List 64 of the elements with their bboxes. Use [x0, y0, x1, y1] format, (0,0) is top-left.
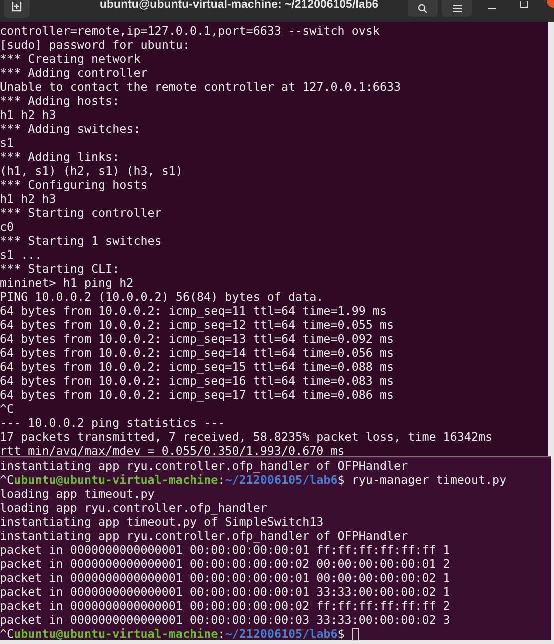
terminal-line: PING 10.0.0.2 (10.0.0.2) 56(84) bytes of data. — [0, 290, 324, 304]
menu-icon — [452, 4, 462, 12]
prompt-separator: : — [218, 473, 226, 487]
interrupt-text: ^C — [0, 627, 14, 641]
terminal-line: loading app timeout.py — [0, 487, 155, 501]
prompt-path: ~/212006105/lab6 — [225, 627, 338, 641]
terminal-line: instantiating app ryu.controller.ofp_handler of OFPHandler — [0, 459, 408, 473]
terminal-line: *** Adding links: — [0, 150, 120, 164]
terminal-line: [sudo] password for ubuntu: — [0, 38, 190, 52]
terminal-line: *** Creating network — [0, 52, 141, 66]
maximize-icon — [520, 1, 528, 8]
prompt-separator: : — [218, 627, 226, 641]
terminal-line: instantiating app ryu.controller.ofp_handler of OFPHandler — [0, 529, 408, 543]
terminal-line: loading app ryu.controller.ofp_handler — [0, 501, 268, 515]
window-title: ubuntu@ubuntu-virtual-machine: ~/212006105/lab6 — [100, 0, 379, 13]
terminal-line: Unable to contact the remote controller at 127.0.0.1:6633 — [0, 80, 402, 94]
terminal-line: 64 bytes from 10.0.0.2: icmp_seq=13 ttl=64 time=0.092 ms — [0, 332, 394, 346]
prompt-symbol: $ — [338, 627, 345, 641]
terminal-line: ^C — [0, 402, 14, 416]
prompt-path: ~/212006105/lab6 — [225, 473, 338, 487]
close-button[interactable] — [547, 0, 554, 8]
terminal-line: controller=remote,ip=127.0.0.1,port=6633 --switch ovsk — [0, 24, 380, 38]
terminal-line: 64 bytes from 10.0.0.2: icmp_seq=14 ttl=64 time=0.056 ms — [0, 346, 394, 360]
terminal-line: *** Adding controller — [0, 66, 148, 80]
maximize-button[interactable] — [520, 0, 530, 9]
terminal-line: *** Starting controller — [0, 206, 162, 220]
terminal-line: 64 bytes from 10.0.0.2: icmp_seq=15 ttl=64 time=0.088 ms — [0, 360, 394, 374]
menu-button[interactable] — [442, 0, 472, 17]
new-tab-button[interactable] — [4, 0, 30, 18]
terminal-line: 64 bytes from 10.0.0.2: icmp_seq=12 ttl=64 time=0.055 ms — [0, 318, 394, 332]
terminal-line: packet in 0000000000000001 00:00:00:00:00:01 33:33:00:00:00:02 1 — [0, 585, 450, 599]
prompt-command: ryu-manager timeout.py — [352, 473, 507, 487]
terminal-line: packet in 0000000000000001 00:00:00:00:00:03 33:33:00:00:00:02 3 — [0, 613, 450, 627]
terminal-line: instantiating app timeout.py of SimpleSwitch13 — [0, 515, 324, 529]
terminal-line: mininet> h1 ping h2 — [0, 276, 134, 290]
terminal-line: *** Starting 1 switches — [0, 234, 162, 248]
terminal-line: packet in 0000000000000001 00:00:00:00:00:02 00:00:00:00:00:01 2 — [0, 557, 450, 571]
terminal-line: 64 bytes from 10.0.0.2: icmp_seq=16 ttl=64 time=0.083 ms — [0, 374, 394, 388]
terminal-line: c0 — [0, 220, 14, 234]
terminal-line: *** Starting CLI: — [0, 262, 120, 276]
interrupt-text: ^C — [0, 473, 14, 487]
terminal-line: packet in 0000000000000001 00:00:00:00:00:01 00:00:00:00:00:02 1 — [0, 571, 450, 585]
search-button[interactable] — [408, 0, 438, 17]
prompt-user: ubuntu@ubuntu-virtual-machine — [14, 627, 218, 641]
terminal-line: 64 bytes from 10.0.0.2: icmp_seq=17 ttl=64 time=0.086 ms — [0, 388, 394, 402]
terminal-line: h1 h2 h3 — [0, 108, 56, 122]
terminal-line: (h1, s1) (h2, s1) (h3, s1) — [0, 164, 183, 178]
terminal-line: 64 bytes from 10.0.0.2: icmp_seq=11 ttl=64 time=1.99 ms — [0, 304, 388, 318]
terminal-line: s1 ... — [0, 248, 42, 262]
minimize-icon — [488, 8, 496, 10]
terminal-line: packet in 0000000000000001 00:00:00:00:00:01 ff:ff:ff:ff:ff:ff 1 — [0, 543, 450, 557]
terminal-line: rtt min/avg/max/mdev = 0.055/0.350/1.993/0.670 ms — [0, 444, 345, 458]
terminal-line: h1 h2 h3 — [0, 192, 56, 206]
new-tab-icon — [10, 2, 24, 12]
terminal-line: 17 packets transmitted, 7 received, 58.8235% packet loss, time 16342ms — [0, 430, 493, 444]
terminal-line: --- 10.0.0.2 ping statistics --- — [0, 416, 226, 430]
terminal-line: s1 — [0, 136, 14, 150]
terminal-line: *** Configuring hosts — [0, 178, 148, 192]
search-icon — [418, 4, 428, 14]
prompt-user: ubuntu@ubuntu-virtual-machine — [14, 473, 218, 487]
terminal-line: *** Adding hosts: — [0, 94, 120, 108]
terminal-line: packet in 0000000000000001 00:00:00:00:00:02 ff:ff:ff:ff:ff:ff 2 — [0, 599, 450, 613]
terminal-line: *** Adding switches: — [0, 122, 141, 136]
prompt-symbol: $ — [338, 473, 345, 487]
